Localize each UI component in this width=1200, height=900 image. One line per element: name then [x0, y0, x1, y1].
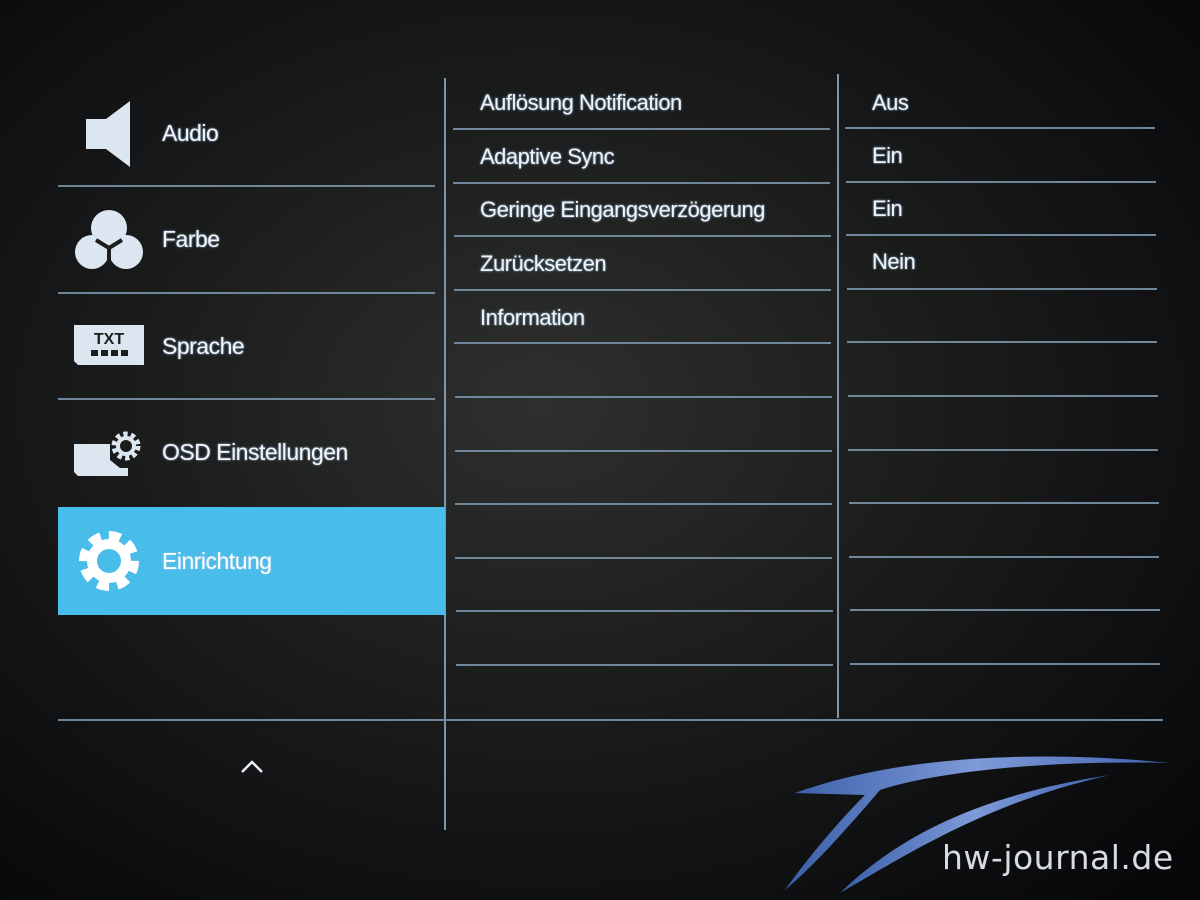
left-bottom-divider: [58, 719, 1163, 721]
value-zuruecksetzen: Nein: [872, 249, 916, 274]
row-divider: [453, 181, 831, 184]
txt-language-icon: TXT: [74, 311, 144, 381]
sidebar-item-audio[interactable]: Audio: [58, 82, 445, 185]
row-divider: [453, 235, 831, 238]
value-row-divider: [848, 502, 1159, 505]
row-divider: [456, 664, 833, 666]
row-divider: [455, 503, 833, 506]
value-row-divider: [849, 555, 1159, 558]
sidebar-item-label: Audio: [162, 120, 219, 146]
gear-icon: [74, 526, 144, 596]
row-divider: [453, 128, 830, 130]
value-aufloesung-notification: Aus: [872, 90, 909, 115]
sidebar-item-sprache[interactable]: TXT Sprache: [58, 294, 445, 398]
sidebar-item-label: Sprache: [162, 332, 245, 359]
value-row-divider: [848, 448, 1158, 451]
value-column-divider: [837, 74, 839, 718]
value-row-divider: [847, 341, 1157, 344]
osd-settings-icon: [74, 418, 144, 488]
value-row-divider: [847, 395, 1158, 397]
row-divider: [454, 449, 832, 452]
sidebar-item-osd-einstellungen[interactable]: OSD Einstellungen: [58, 400, 445, 505]
scroll-up-button[interactable]: [238, 752, 266, 780]
setting-zuruecksetzen[interactable]: Zurücksetzen: [480, 251, 607, 277]
speaker-icon: [74, 99, 144, 169]
value-row-divider: [845, 127, 1155, 129]
color-circles-icon: [74, 205, 144, 275]
row-divider: [454, 342, 832, 345]
value-row-divider: [846, 287, 1157, 290]
value-row-divider: [849, 609, 1160, 612]
value-adaptive-sync: Ein: [872, 143, 903, 168]
sidebar-item-label: Farbe: [162, 226, 220, 252]
row-divider: [453, 288, 831, 291]
sidebar-item-einrichtung[interactable]: Einrichtung: [58, 507, 445, 615]
row-divider: [454, 396, 832, 398]
svg-text:TXT: TXT: [94, 331, 124, 348]
watermark-text: hw-journal.de: [942, 838, 1174, 877]
value-row-divider: [850, 663, 1160, 665]
row-divider: [455, 610, 833, 613]
value-row-divider: [846, 234, 1156, 237]
setting-adaptive-sync[interactable]: Adaptive Sync: [480, 144, 615, 170]
row-divider: [455, 556, 833, 559]
value-geringe-eingangsverzoegerung: Ein: [872, 196, 903, 221]
chevron-up-icon: [241, 760, 263, 773]
setting-information[interactable]: Information: [480, 305, 585, 331]
value-row-divider: [845, 180, 1156, 183]
sidebar-item-label: Einrichtung: [162, 547, 272, 574]
setting-geringe-eingangsverzoegerung[interactable]: Geringe Eingangsverzögerung: [480, 197, 765, 223]
setting-aufloesung-notification[interactable]: Auflösung Notification: [480, 90, 682, 116]
sidebar-item-farbe[interactable]: Farbe: [58, 187, 445, 292]
sidebar-item-label: OSD Einstellungen: [162, 439, 348, 465]
